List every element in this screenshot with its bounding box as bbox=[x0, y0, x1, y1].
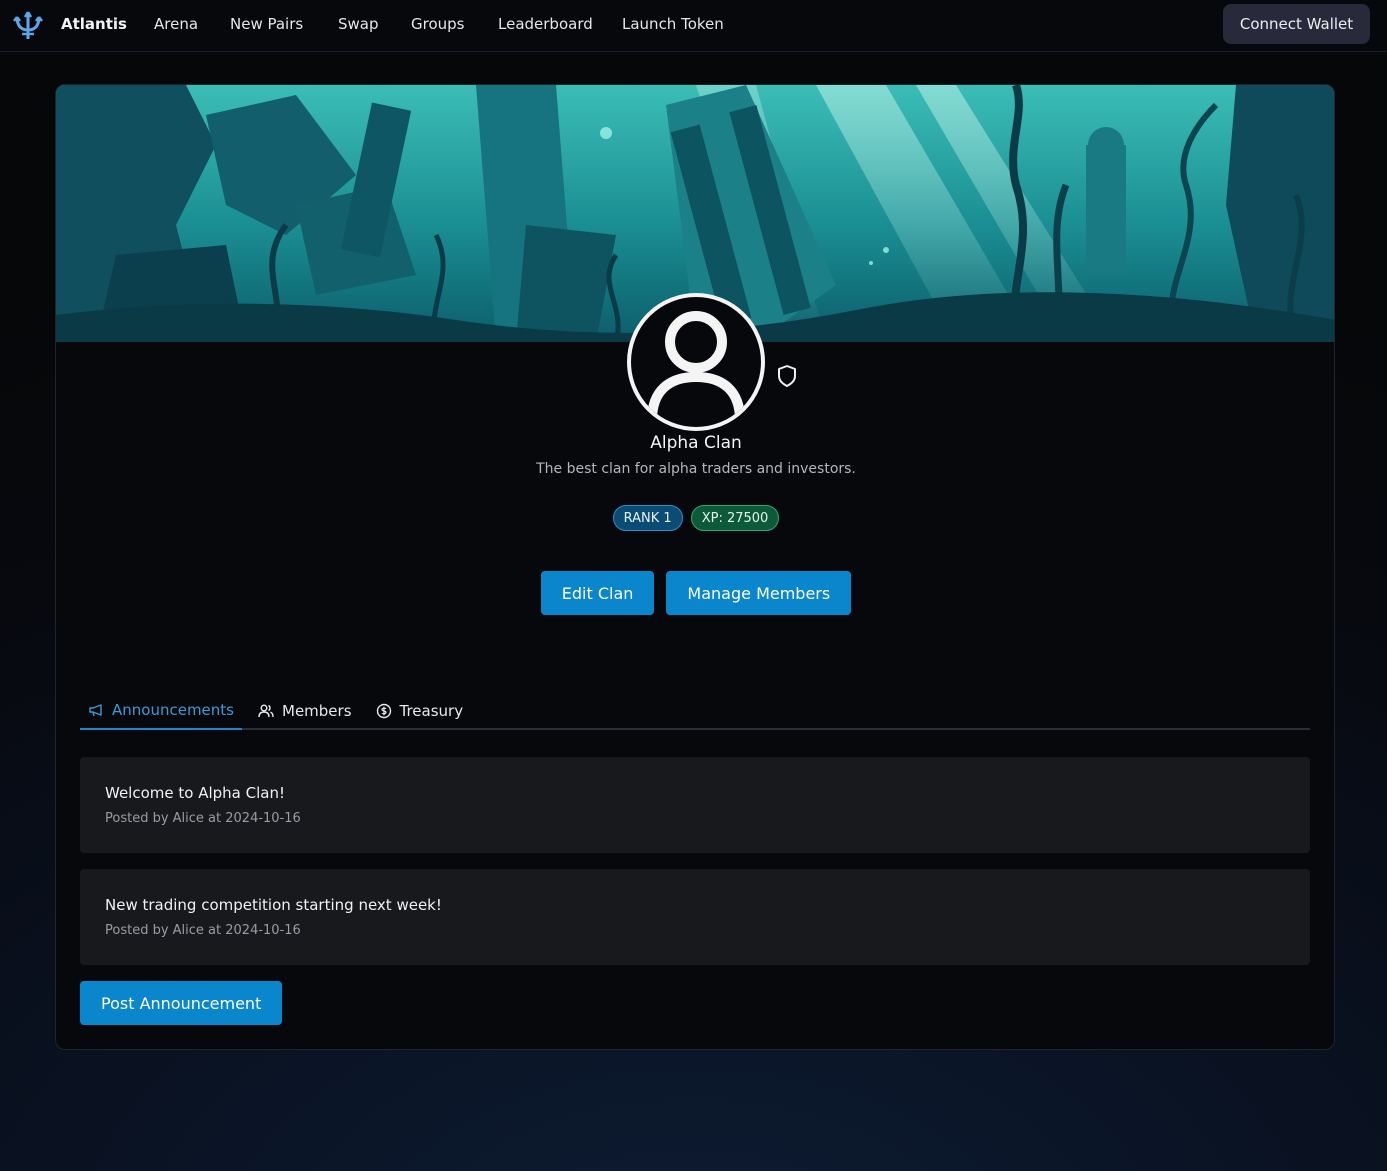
tab-label: Treasury bbox=[399, 702, 464, 720]
trident-logo-icon[interactable] bbox=[12, 9, 44, 41]
nav-link-leaderboard[interactable]: Leaderboard bbox=[498, 15, 593, 33]
announcement-title: New trading competition starting next we… bbox=[105, 896, 442, 914]
tab-label: Members bbox=[282, 702, 352, 720]
connect-wallet-button[interactable]: Connect Wallet bbox=[1223, 4, 1370, 44]
clan-avatar bbox=[627, 293, 765, 431]
rank-badge: RANK 1 bbox=[612, 505, 683, 531]
nav-link-new-pairs[interactable]: New Pairs bbox=[230, 15, 303, 33]
tab-members[interactable]: Members bbox=[250, 692, 360, 730]
top-navbar: Atlantis Arena New Pairs Swap Groups Lea… bbox=[0, 0, 1387, 52]
nav-link-groups[interactable]: Groups bbox=[411, 15, 464, 33]
dollar-circle-icon bbox=[376, 703, 391, 719]
announcement-meta: Posted by Alice at 2024-10-16 bbox=[105, 811, 301, 826]
megaphone-icon bbox=[89, 704, 102, 717]
nav-link-swap[interactable]: Swap bbox=[338, 15, 379, 33]
announcement-card: Welcome to Alpha Clan! Posted by Alice a… bbox=[80, 757, 1310, 853]
clan-tabs: Announcements Members Treasury bbox=[80, 692, 1310, 730]
tab-treasury[interactable]: Treasury bbox=[368, 692, 472, 730]
xp-badge: XP: 27500 bbox=[690, 505, 780, 531]
clan-card: Alpha Clan The best clan for alpha trade… bbox=[55, 84, 1335, 1050]
users-icon bbox=[258, 704, 274, 718]
user-silhouette-icon bbox=[647, 311, 745, 421]
clan-actions: Edit Clan Manage Members bbox=[56, 571, 1334, 615]
edit-clan-button[interactable]: Edit Clan bbox=[540, 571, 655, 615]
announcement-title: Welcome to Alpha Clan! bbox=[105, 784, 285, 802]
announcement-meta: Posted by Alice at 2024-10-16 bbox=[105, 923, 301, 938]
post-announcement-button[interactable]: Post Announcement bbox=[80, 981, 283, 1025]
nav-link-arena[interactable]: Arena bbox=[154, 15, 198, 33]
tab-announcements[interactable]: Announcements bbox=[80, 692, 242, 730]
clan-description: The best clan for alpha traders and inve… bbox=[536, 461, 856, 477]
clan-name: Alpha Clan bbox=[650, 433, 742, 453]
brand-name[interactable]: Atlantis bbox=[61, 15, 127, 33]
announcement-card: New trading competition starting next we… bbox=[80, 869, 1310, 965]
tab-label: Announcements bbox=[112, 701, 234, 719]
badge-row: RANK 1 XP: 27500 bbox=[56, 505, 1334, 531]
shield-icon bbox=[778, 365, 796, 387]
nav-link-launch-token[interactable]: Launch Token bbox=[622, 15, 724, 33]
manage-members-button[interactable]: Manage Members bbox=[666, 571, 852, 615]
